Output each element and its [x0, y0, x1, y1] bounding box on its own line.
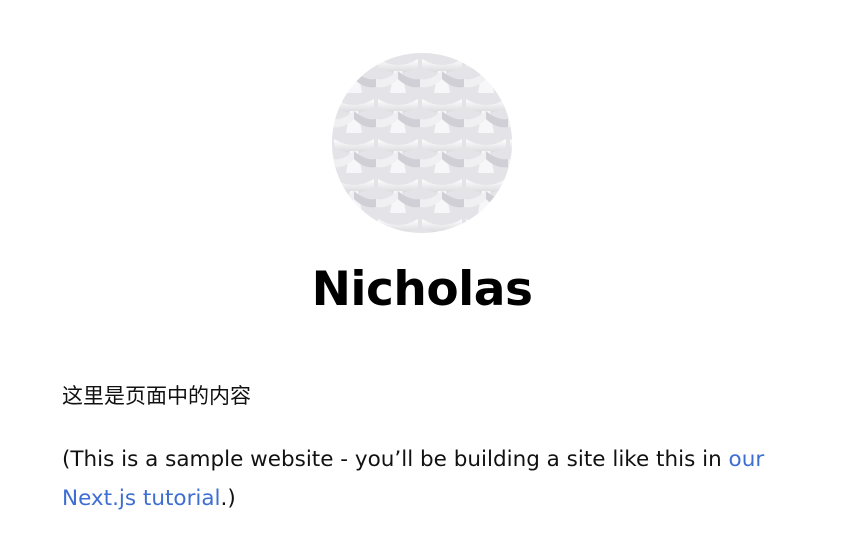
intro-text: 这里是页面中的内容 [62, 384, 251, 408]
profile-header: Nicholas [0, 0, 844, 317]
note-prefix: (This is a sample website - you’ll be bu… [62, 447, 729, 472]
profile-name: Nicholas [311, 262, 533, 317]
main-content: 这里是页面中的内容 (This is a sample website - yo… [62, 376, 802, 518]
tutorial-note: (This is a sample website - you’ll be bu… [62, 440, 802, 518]
note-suffix: .) [220, 486, 236, 511]
profile-avatar [332, 53, 512, 233]
woven-pattern-avatar-icon [332, 53, 512, 233]
